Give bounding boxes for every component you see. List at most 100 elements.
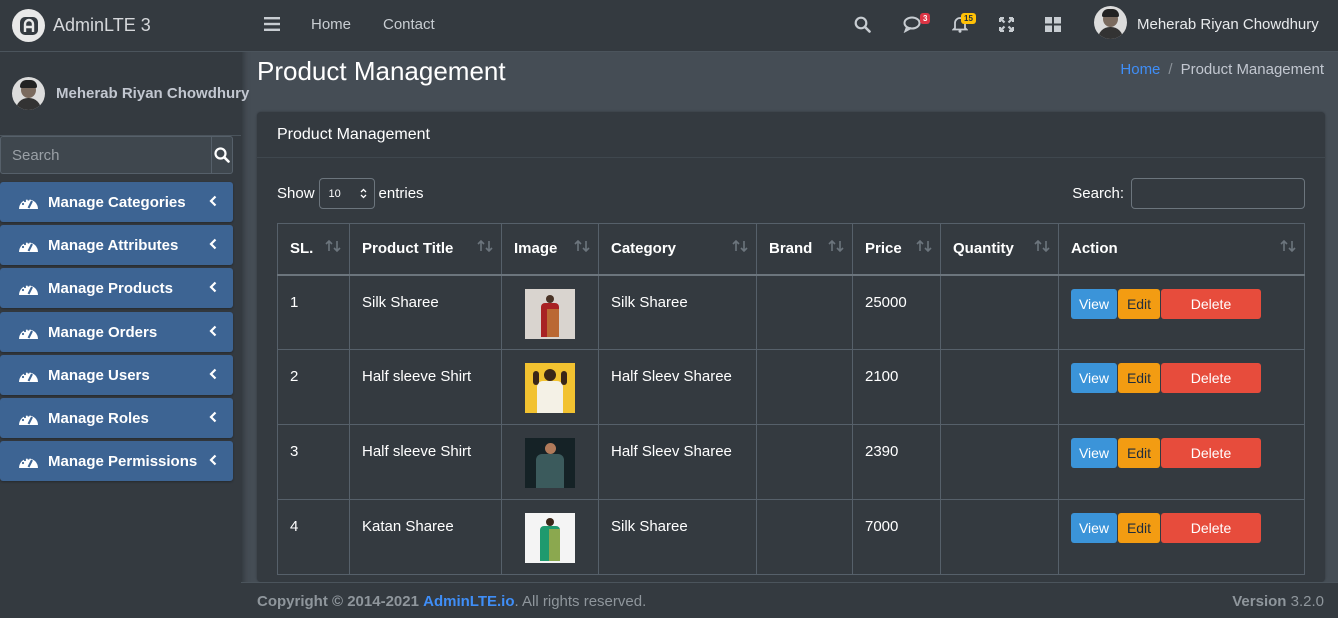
cell-image	[501, 274, 599, 350]
sidebar-user-panel[interactable]: Meherab Riyan Chowdhury	[0, 52, 249, 136]
nav-contact-link[interactable]: Contact	[383, 16, 435, 33]
breadcrumb-current: Product Management	[1180, 61, 1324, 78]
sidebar-item-manage-attributes[interactable]: Manage Attributes	[0, 225, 233, 265]
hamburger-menu-icon[interactable]	[264, 17, 280, 31]
delete-button[interactable]: Delete	[1161, 288, 1261, 319]
view-button[interactable]: View	[1071, 288, 1117, 319]
notifications-count-badge: 15	[961, 13, 976, 24]
cell-sl: 4	[277, 499, 350, 575]
cell-quantity	[940, 424, 1059, 500]
product-image	[525, 288, 575, 339]
column-header-brand[interactable]: Brand	[756, 223, 853, 276]
column-header-sl[interactable]: SL.	[277, 223, 350, 276]
sidebar-item-manage-products[interactable]: Manage Products	[0, 268, 233, 308]
tachometer-icon	[19, 283, 38, 295]
sidebar-item-label: Manage Permissions	[48, 452, 198, 470]
edit-button[interactable]: Edit	[1118, 438, 1160, 468]
sort-icon	[828, 240, 844, 252]
products-table: SL. Product Title Image Category Brand P…	[277, 223, 1305, 575]
breadcrumb-separator: /	[1168, 61, 1173, 78]
cell-product-title: Half sleeve Shirt	[349, 424, 502, 500]
sidebar-search-button[interactable]	[211, 137, 232, 173]
view-button[interactable]: View	[1071, 438, 1117, 468]
column-header-category[interactable]: Category	[598, 223, 757, 276]
sidebar-item-manage-users[interactable]: Manage Users	[0, 355, 233, 395]
sidebar-search	[0, 136, 233, 174]
tachometer-icon	[19, 240, 38, 252]
cell-category: Half Sleev Sharee	[598, 349, 757, 425]
sidebar-item-manage-categories[interactable]: Manage Categories	[0, 182, 233, 222]
sidebar-search-input[interactable]	[1, 137, 211, 173]
entries-label: entries	[378, 185, 424, 202]
delete-button[interactable]: Delete	[1161, 363, 1261, 393]
version-label: Version	[1232, 593, 1287, 610]
column-header-image[interactable]: Image	[501, 223, 599, 276]
sidebar-user-name[interactable]: Meherab Riyan Chowdhury	[56, 85, 249, 102]
top-navbar: Home Contact 3 15 Meherab Riyan Chowdhur…	[241, 0, 1338, 52]
edit-button[interactable]: Edit	[1118, 363, 1160, 393]
adminlte-link[interactable]: AdminLTE.io	[423, 593, 514, 610]
tachometer-icon	[19, 413, 38, 425]
sidebar-item-label: Manage Attributes	[48, 236, 179, 254]
sidebar-item-manage-permissions[interactable]: Manage Permissions	[0, 441, 233, 481]
sort-icon	[574, 240, 590, 252]
breadcrumb-home-link[interactable]: Home	[1120, 61, 1160, 78]
grid-icon[interactable]	[1045, 17, 1061, 32]
product-image	[525, 363, 575, 413]
navbar-user-avatar[interactable]	[1094, 6, 1127, 39]
search-icon[interactable]	[854, 16, 871, 33]
sidebar-item-manage-roles[interactable]: Manage Roles	[0, 398, 233, 438]
nav-home-link[interactable]: Home	[311, 16, 351, 33]
view-button[interactable]: View	[1071, 363, 1117, 393]
sidebar-item-manage-orders[interactable]: Manage Orders	[0, 312, 233, 352]
fullscreen-icon[interactable]	[999, 17, 1014, 32]
cell-product-title: Silk Sharee	[349, 274, 502, 350]
cell-price: 2390	[852, 424, 941, 500]
view-button[interactable]: View	[1071, 513, 1117, 543]
navbar-user-name[interactable]: Meherab Riyan Chowdhury	[1137, 16, 1319, 33]
cell-image	[501, 424, 599, 500]
sidebar-item-label: Manage Products	[48, 279, 174, 297]
column-header-product-title[interactable]: Product Title	[349, 223, 502, 276]
cell-brand	[756, 274, 853, 350]
column-header-action[interactable]: Action	[1058, 223, 1305, 276]
sort-icon	[477, 240, 493, 252]
table-row: 1 Silk Sharee Silk Sharee 25000 View Edit…	[277, 274, 1305, 350]
cell-category: Half Sleev Sharee	[598, 424, 757, 500]
entries-length-control: Show 10 entries	[277, 178, 424, 209]
column-header-quantity[interactable]: Quantity	[940, 223, 1059, 276]
cell-sl: 2	[277, 349, 350, 425]
cell-image	[501, 499, 599, 575]
cell-price: 7000	[852, 499, 941, 575]
chevron-left-icon	[209, 281, 217, 293]
chevron-left-icon	[209, 411, 217, 423]
brand-link[interactable]: AdminLTE 3	[0, 0, 241, 52]
cell-category: Silk Sharee	[598, 274, 757, 350]
cell-action: View Edit Delete	[1058, 499, 1305, 575]
column-header-price[interactable]: Price	[852, 223, 941, 276]
sort-icon	[732, 240, 748, 252]
cell-product-title: Katan Sharee	[349, 499, 502, 575]
edit-button[interactable]: Edit	[1118, 513, 1160, 543]
cell-sl: 3	[277, 424, 350, 500]
chevron-left-icon	[209, 454, 217, 466]
cell-quantity	[940, 499, 1059, 575]
entries-length-value: 10	[328, 187, 341, 200]
sidebar-item-label: Manage Categories	[48, 193, 186, 211]
cell-brand	[756, 349, 853, 425]
delete-button[interactable]: Delete	[1161, 438, 1261, 468]
cell-quantity	[940, 349, 1059, 425]
edit-button[interactable]: Edit	[1118, 288, 1160, 319]
entries-length-select[interactable]: 10	[318, 178, 375, 209]
table-row: 4 Katan Sharee Silk Sharee 7000 View Edit…	[277, 499, 1305, 575]
table-search-label: Search:	[1072, 185, 1124, 202]
product-image	[525, 438, 575, 488]
breadcrumb: Home / Product Management	[1120, 61, 1324, 78]
version-info: Version 3.2.0	[1232, 593, 1324, 610]
sort-icon	[1034, 240, 1050, 252]
product-image	[525, 513, 575, 563]
tachometer-icon	[19, 197, 38, 209]
delete-button[interactable]: Delete	[1161, 513, 1261, 543]
sort-icon	[916, 240, 932, 252]
table-search-input[interactable]	[1131, 178, 1305, 209]
